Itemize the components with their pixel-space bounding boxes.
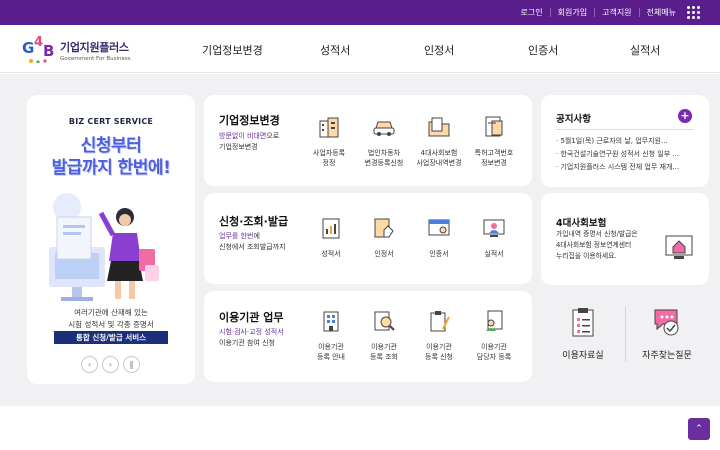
promo-banner[interactable]: BIZ CERT SERVICE 신청부터 발급까지 한번에! 여러기관에 산재… <box>27 95 195 384</box>
all-menu-link[interactable]: 전체메뉴 <box>638 8 683 17</box>
main-content: BIZ CERT SERVICE 신청부터 발급까지 한번에! 여러기관에 산재… <box>0 74 720 406</box>
service-inst-search[interactable]: 이용기관 등록 조회 <box>356 309 412 362</box>
service-patent-change[interactable]: 특허고객번호 정보변경 <box>466 115 522 168</box>
quick-guide-label: 이용자료실 <box>562 351 604 361</box>
support-link[interactable]: 고객지원 <box>594 8 638 17</box>
banner-controls: ‹ › ‖ <box>81 356 140 373</box>
banner-desc-2: 시험 성적서 및 각종 증명서 <box>68 320 154 329</box>
pause-icon[interactable]: ‖ <box>123 356 140 373</box>
quick-faq-label: 자주찾는질문 <box>642 351 692 361</box>
service-test-report[interactable]: 성적서 <box>303 216 359 259</box>
clipboard-pen-icon <box>430 311 450 332</box>
signup-link[interactable]: 회원가입 <box>549 8 594 17</box>
notice-item[interactable]: 5월1일(목) 근로자의 날, 업무지원... <box>556 135 679 148</box>
top-utility-bar: 로그인 회원가입 고객지원 전체메뉴 <box>0 0 720 25</box>
service-inst-manager[interactable]: 이용기관 담당자 등록 <box>466 309 522 362</box>
banner-desc-1: 여러기관에 산재해 있는 <box>74 308 148 317</box>
card-subtitle: 시험·검사·교정 성적서 이용기관 참여 신청 <box>219 328 284 347</box>
card-subtitle: 업무를 한번에 신청에서 조회발급까지 <box>219 232 286 251</box>
service-approval[interactable]: 인정서 <box>356 216 412 259</box>
nav-test-report[interactable]: 성적서 <box>320 42 350 58</box>
service-inst-apply[interactable]: 이용기관 등록 신청 <box>411 309 467 362</box>
service-business-reg[interactable]: 사업자등록 정정 <box>301 115 357 168</box>
clipboard-list-icon <box>572 308 594 337</box>
nav-approval[interactable]: 인정서 <box>424 42 454 58</box>
banner-cta[interactable]: 통합 신청/발급 서비스 <box>54 331 168 344</box>
office-building-icon <box>323 311 339 332</box>
card-subtitle: 방문없이 비대면으로 기업정보변경 <box>219 132 280 151</box>
notice-panel: 공지사항 + 5월1일(목) 근로자의 날, 업무지원... 한국건설기술연구원… <box>541 95 709 187</box>
car-icon <box>373 121 395 136</box>
site-header: G 4 B 기업지원플러스 Government For Business 기업… <box>0 25 720 73</box>
quick-link-faq[interactable]: 자주찾는질문 <box>627 306 707 361</box>
grid-menu-icon[interactable] <box>687 6 700 19</box>
nav-performance[interactable]: 실적서 <box>630 42 660 58</box>
chart-doc-icon <box>322 218 340 239</box>
plus-icon[interactable]: + <box>678 109 692 123</box>
card-institution: 이용기관 업무 시험·검사·교정 성적서 이용기관 참여 신청 이용기관 등록 안… <box>204 291 532 382</box>
card-title: 신청·조회·발급 <box>219 215 289 228</box>
person-doc-icon <box>486 310 503 331</box>
notice-item[interactable]: 한국건설기술연구원 성적서 신청 일부 ... <box>556 148 679 161</box>
service-insurance-change[interactable]: 4대사회보험 사업장내역변경 <box>411 115 467 168</box>
notice-title: 공지사항 <box>556 114 591 125</box>
monitor-person-icon <box>483 219 505 237</box>
insurance-title: 4대사회보험 <box>556 218 607 229</box>
building-edit-icon <box>319 117 339 138</box>
monitor-home-icon <box>665 235 693 259</box>
card-title: 이용기관 업무 <box>219 311 284 324</box>
nav-certificate[interactable]: 인증서 <box>528 42 558 58</box>
card-apply-issue: 신청·조회·발급 업무를 한번에 신청에서 조회발급까지 성적서 인정서 인증서… <box>204 193 532 284</box>
service-car-reg[interactable]: 법인차동차 변경등록신청 <box>356 115 412 168</box>
banner-headline-2: 발급까지 한번에! <box>51 158 171 178</box>
patent-doc-icon <box>485 116 503 137</box>
folder-edit-icon <box>428 117 450 137</box>
insurance-panel[interactable]: 4대사회보험 가입내역 증명서 신청/발급은 4대사회보험 정보연계센터 누리집… <box>541 193 709 285</box>
card-company-info: 기업정보변경 방문없이 비대면으로 기업정보변경 사업자등록 정정 법인차동차 변경… <box>204 95 532 186</box>
notice-item[interactable]: 기업지원플러스 시스템 전체 업무 재개... <box>556 161 679 174</box>
quick-link-guide[interactable]: 이용자료실 <box>543 306 623 361</box>
notice-list: 5월1일(목) 근로자의 날, 업무지원... 한국건설기술연구원 성적서 신청… <box>556 135 679 174</box>
insurance-desc: 가입내역 증명서 신청/발급은 4대사회보험 정보연계센터 누리집을 이용하세요… <box>556 230 638 260</box>
next-arrow-icon[interactable]: › <box>102 356 119 373</box>
nav-company-info[interactable]: 기업정보변경 <box>202 42 263 58</box>
search-doc-icon <box>374 311 395 331</box>
service-certificate[interactable]: 인증서 <box>411 216 467 259</box>
utility-links: 로그인 회원가입 고객지원 전체메뉴 <box>514 0 700 25</box>
service-inst-guide[interactable]: 이용기관 등록 안내 <box>303 309 359 362</box>
main-nav: 기업정보변경 성적서 인정서 인증서 실적서 <box>0 25 720 73</box>
scroll-top-button[interactable]: ⌃ <box>688 418 710 440</box>
card-title: 기업정보변경 <box>219 114 280 127</box>
service-performance[interactable]: 실적서 <box>466 216 522 259</box>
chat-check-icon <box>654 309 679 336</box>
approval-doc-icon <box>374 218 394 238</box>
login-link[interactable]: 로그인 <box>514 8 550 17</box>
banner-eyebrow: BIZ CERT SERVICE <box>68 117 154 126</box>
certificate-icon <box>428 219 450 236</box>
banner-illustration <box>49 193 159 301</box>
prev-arrow-icon[interactable]: ‹ <box>81 356 98 373</box>
